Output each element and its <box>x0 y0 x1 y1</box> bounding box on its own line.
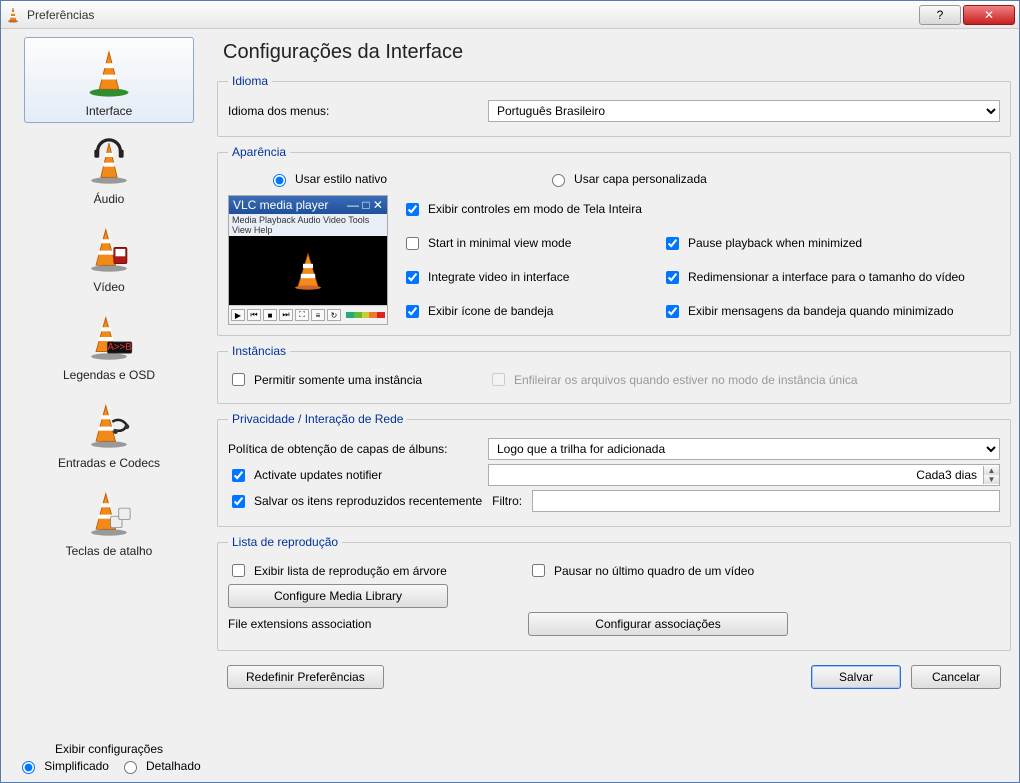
chk-tray-icon[interactable]: Exibir ícone de bandeja <box>402 297 632 325</box>
skin-preview: VLC media player— □ ✕ Media Playback Aud… <box>228 195 388 325</box>
appearance-options: Exibir controles em modo de Tela Inteira… <box>402 195 1000 325</box>
group-instances: Instâncias Permitir somente uma instânci… <box>217 344 1011 404</box>
file-assoc-label: File extensions association <box>228 617 518 631</box>
sidebar-item-subtitles[interactable]: A>>B Legendas e OSD <box>24 301 194 387</box>
language-label: Idioma dos menus: <box>228 104 478 118</box>
subtitles-icon: A>>B <box>80 308 138 366</box>
radio-simplified[interactable]: Simplificado <box>17 758 109 774</box>
interface-cone-icon <box>80 44 138 102</box>
legend-instances: Instâncias <box>228 344 290 358</box>
preferences-window: Preferências ? ✕ Interface Áudio <box>0 0 1020 783</box>
chk-pause-minimized[interactable]: Pause playback when minimized <box>662 229 1000 257</box>
sidebar-item-hotkeys[interactable]: Teclas de atalho <box>24 477 194 563</box>
vlc-cone-icon <box>5 7 21 23</box>
titlebar: Preferências ? ✕ <box>1 1 1019 29</box>
save-button[interactable]: Salvar <box>811 665 901 689</box>
legend-appearance: Aparência <box>228 145 290 159</box>
group-appearance: Aparência Usar estilo nativo Usar capa p… <box>217 145 1011 336</box>
chk-enqueue-files: Enfileirar os arquivos quando estiver no… <box>488 370 858 389</box>
help-button[interactable]: ? <box>919 5 961 25</box>
sidebar-item-video[interactable]: Vídeo <box>24 213 194 299</box>
chk-resize-interface[interactable]: Redimensionar a interface para o tamanho… <box>662 263 1000 291</box>
legend-language: Idioma <box>228 74 272 88</box>
radio-detailed[interactable]: Detalhado <box>119 758 201 774</box>
sidebar-item-label: Interface <box>86 104 133 118</box>
audio-icon <box>80 132 138 190</box>
codecs-icon <box>80 396 138 454</box>
album-art-label: Política de obtenção de capas de álbuns: <box>228 442 478 456</box>
page-title: Configurações da Interface <box>217 37 1011 72</box>
chk-minimal-view[interactable]: Start in minimal view mode <box>402 229 632 257</box>
hotkeys-icon <box>80 484 138 542</box>
chk-pause-last-frame[interactable]: Pausar no último quadro de um vídeo <box>528 561 754 580</box>
chk-integrate-video[interactable]: Integrate video in interface <box>402 263 632 291</box>
chk-playlist-tree[interactable]: Exibir lista de reprodução em árvore <box>228 561 518 580</box>
sidebar-item-codecs[interactable]: Entradas e Codecs <box>24 389 194 475</box>
sidebar-item-label: Vídeo <box>93 280 124 294</box>
sidebar-item-label: Legendas e OSD <box>63 368 155 382</box>
spin-up-icon[interactable]: ▲ <box>984 466 999 475</box>
sidebar-item-label: Entradas e Codecs <box>58 456 160 470</box>
sidebar-item-label: Teclas de atalho <box>66 544 153 558</box>
chk-fullscreen-controls[interactable]: Exibir controles em modo de Tela Inteira <box>402 195 1000 223</box>
close-button[interactable]: ✕ <box>963 5 1015 25</box>
radio-custom-skin[interactable]: Usar capa personalizada <box>547 171 707 187</box>
legend-playlist: Lista de reprodução <box>228 535 342 549</box>
content: Interface Áudio Vídeo A>>B Legendas e OS… <box>1 29 1019 782</box>
main-panel: Configurações da Interface Idioma Idioma… <box>217 37 1011 774</box>
chk-updates[interactable]: Activate updates notifier <box>228 466 478 485</box>
video-icon <box>80 220 138 278</box>
radio-native-style[interactable]: Usar estilo nativo <box>268 171 387 187</box>
update-interval-spinner[interactable]: Cada3 dias ▲▼ <box>488 464 1000 486</box>
legend-privacy: Privacidade / Interação de Rede <box>228 412 407 426</box>
group-playlist: Lista de reprodução Exibir lista de repr… <box>217 535 1011 651</box>
show-settings-title: Exibir configurações <box>9 742 209 756</box>
filter-input[interactable] <box>532 490 1000 512</box>
reset-preferences-button[interactable]: Redefinir Preferências <box>227 665 384 689</box>
sidebar-item-interface[interactable]: Interface <box>24 37 194 123</box>
configure-media-library-button[interactable]: Configure Media Library <box>228 584 448 608</box>
window-title: Preferências <box>27 8 917 22</box>
language-select[interactable]: Português Brasileiro <box>488 100 1000 122</box>
sidebar-item-audio[interactable]: Áudio <box>24 125 194 211</box>
svg-text:A>>B: A>>B <box>107 342 131 353</box>
group-privacy: Privacidade / Interação de Rede Política… <box>217 412 1011 527</box>
cancel-button[interactable]: Cancelar <box>911 665 1001 689</box>
spin-down-icon[interactable]: ▼ <box>984 475 999 484</box>
filter-label: Filtro: <box>492 494 522 508</box>
sidebar-item-label: Áudio <box>94 192 125 206</box>
group-language: Idioma Idioma dos menus: Português Brasi… <box>217 74 1011 137</box>
category-sidebar: Interface Áudio Vídeo A>>B Legendas e OS… <box>9 37 209 774</box>
show-settings: Exibir configurações Simplificado Detalh… <box>9 742 209 774</box>
chk-tray-messages[interactable]: Exibir mensagens da bandeja quando minim… <box>662 297 1000 325</box>
footer: Redefinir Preferências Salvar Cancelar <box>217 659 1011 697</box>
configure-associations-button[interactable]: Configurar associações <box>528 612 788 636</box>
chk-save-recent[interactable]: Salvar os itens reproduzidos recentement… <box>228 492 482 511</box>
album-art-select[interactable]: Logo que a trilha for adicionada <box>488 438 1000 460</box>
chk-only-one-instance[interactable]: Permitir somente uma instância <box>228 370 478 389</box>
